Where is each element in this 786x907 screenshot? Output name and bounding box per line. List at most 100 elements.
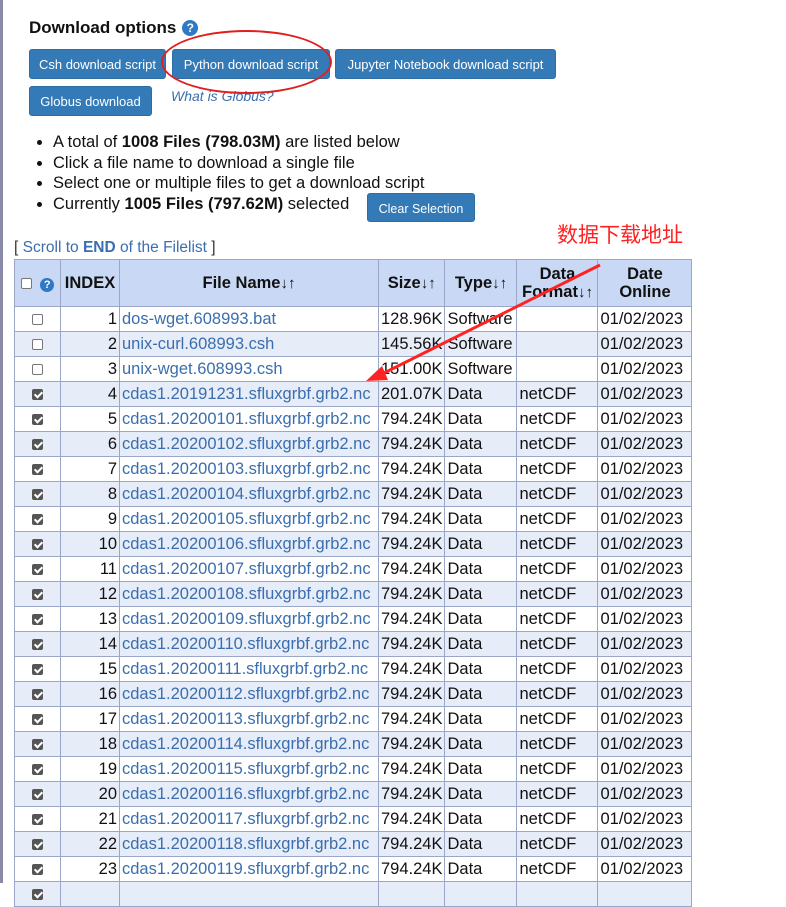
left-border	[0, 0, 3, 883]
csh-download-button[interactable]: Csh download script	[29, 49, 166, 79]
what-is-globus-link[interactable]: What is Globus?	[171, 88, 274, 104]
python-download-button[interactable]: Python download script	[172, 49, 330, 79]
row-checkbox[interactable]	[32, 488, 43, 500]
row-size: 794.24K	[377, 856, 446, 882]
table-row: 20 cdas1.20200116.sfluxgrbf.grb2.nc 794.24…	[14, 781, 693, 807]
row-checkbox[interactable]	[32, 838, 43, 850]
row-type: Software	[444, 306, 518, 332]
file-link[interactable]: cdas1.20200106.sfluxgrbf.grb2.nc	[122, 535, 371, 553]
row-checkbox[interactable]	[32, 313, 43, 325]
file-link[interactable]: cdas1.20200115.sfluxgrbf.grb2.nc	[122, 760, 369, 778]
row-date: 01/02/2023	[597, 431, 693, 457]
row-index: 19	[60, 756, 120, 782]
file-link[interactable]: dos-wget.608993.bat	[122, 310, 276, 328]
file-link[interactable]: cdas1.20200105.sfluxgrbf.grb2.nc	[122, 510, 371, 528]
jupyter-download-button[interactable]: Jupyter Notebook download script	[335, 49, 556, 79]
row-date: 01/02/2023	[597, 606, 693, 632]
row-checkbox-cell	[14, 406, 61, 432]
file-link[interactable]: cdas1.20200112.sfluxgrbf.grb2.nc	[122, 685, 369, 703]
row-checkbox[interactable]	[32, 513, 43, 525]
row-checkbox-cell	[14, 531, 61, 557]
row-checkbox[interactable]	[32, 613, 43, 625]
row-checkbox-cell	[14, 331, 61, 357]
file-link[interactable]: cdas1.20200111.sfluxgrbf.grb2.nc	[122, 660, 368, 678]
file-link[interactable]: unix-curl.608993.csh	[122, 335, 274, 353]
help-icon[interactable]: ?	[40, 278, 55, 292]
row-checkbox[interactable]	[32, 413, 43, 425]
help-icon[interactable]: ?	[182, 20, 199, 36]
row-checkbox[interactable]	[32, 713, 43, 725]
file-link[interactable]: cdas1.20200117.sfluxgrbf.grb2.nc	[122, 810, 369, 828]
file-link[interactable]: cdas1.20200114.sfluxgrbf.grb2.nc	[122, 735, 369, 753]
row-checkbox[interactable]	[32, 563, 43, 575]
row-checkbox-cell	[14, 631, 61, 657]
row-checkbox[interactable]	[32, 663, 43, 675]
sort-icon[interactable]: ↓↑	[421, 275, 436, 292]
row-size: 794.24K	[377, 806, 446, 832]
summary-select-hint: Select one or multiple files to get a do…	[53, 173, 424, 194]
row-checkbox[interactable]	[32, 788, 43, 800]
file-link[interactable]: cdas1.20200101.sfluxgrbf.grb2.nc	[122, 410, 371, 428]
row-format: netCDF	[516, 506, 599, 532]
row-filename: cdas1.20191231.sfluxgrbf.grb2.nc	[119, 381, 379, 407]
file-link[interactable]: cdas1.20200104.sfluxgrbf.grb2.nc	[122, 485, 371, 503]
row-date: 01/02/2023	[597, 406, 693, 432]
file-link[interactable]: cdas1.20200119.sfluxgrbf.grb2.nc	[122, 860, 369, 878]
file-link[interactable]: cdas1.20200107.sfluxgrbf.grb2.nc	[122, 560, 371, 578]
file-link[interactable]: cdas1.20200109.sfluxgrbf.grb2.nc	[122, 610, 371, 628]
scroll-to-end-link[interactable]: Scroll to END of the Filelist	[23, 239, 207, 256]
col-size[interactable]: Size↓↑	[377, 259, 446, 307]
col-format[interactable]: Data Format↓↑	[516, 259, 599, 307]
col-type[interactable]: Type↓↑	[444, 259, 518, 307]
row-checkbox[interactable]	[32, 638, 43, 650]
row-checkbox[interactable]	[32, 338, 43, 350]
row-checkbox[interactable]	[32, 388, 43, 400]
row-date: 01/02/2023	[597, 656, 693, 682]
row-index: 10	[60, 531, 120, 557]
row-checkbox[interactable]	[32, 763, 43, 775]
row-filename: cdas1.20200109.sfluxgrbf.grb2.nc	[119, 606, 379, 632]
row-type: Data	[444, 756, 518, 782]
sort-icon[interactable]: ↓↑	[280, 275, 295, 292]
globus-download-button[interactable]: Globus download	[29, 86, 152, 116]
row-size: 794.24K	[377, 481, 446, 507]
table-row: 3 unix-wget.608993.csh 151.00K Software 01/0…	[14, 356, 693, 382]
row-checkbox[interactable]	[32, 738, 43, 750]
row-checkbox[interactable]	[32, 438, 43, 450]
file-link[interactable]: cdas1.20200108.sfluxgrbf.grb2.nc	[122, 585, 371, 603]
row-checkbox-cell	[14, 781, 61, 807]
row-checkbox-cell	[14, 681, 61, 707]
row-format: netCDF	[516, 406, 599, 432]
select-all-checkbox[interactable]	[20, 278, 32, 290]
row-index	[60, 881, 120, 907]
sort-icon[interactable]: ↓↑	[492, 275, 507, 292]
file-link[interactable]: cdas1.20200116.sfluxgrbf.grb2.nc	[122, 785, 369, 803]
row-checkbox[interactable]	[32, 588, 43, 600]
row-filename: cdas1.20200110.sfluxgrbf.grb2.nc	[119, 631, 379, 657]
sort-icon[interactable]: ↓↑	[578, 284, 593, 301]
file-link[interactable]: cdas1.20191231.sfluxgrbf.grb2.nc	[122, 385, 371, 403]
col-filename[interactable]: File Name↓↑	[119, 259, 379, 307]
clear-selection-button[interactable]: Clear Selection	[367, 193, 475, 222]
row-type: Data	[444, 556, 518, 582]
row-index: 5	[60, 406, 120, 432]
file-link[interactable]: cdas1.20200118.sfluxgrbf.grb2.nc	[122, 835, 369, 853]
row-checkbox[interactable]	[32, 888, 43, 900]
row-checkbox[interactable]	[32, 363, 43, 375]
row-format: netCDF	[516, 706, 599, 732]
row-checkbox[interactable]	[32, 463, 43, 475]
file-link[interactable]: cdas1.20200110.sfluxgrbf.grb2.nc	[122, 635, 369, 653]
row-checkbox[interactable]	[32, 688, 43, 700]
row-type: Data	[444, 631, 518, 657]
file-link[interactable]: cdas1.20200102.sfluxgrbf.grb2.nc	[122, 435, 371, 453]
row-date: 01/02/2023	[597, 706, 693, 732]
table-row: 6 cdas1.20200102.sfluxgrbf.grb2.nc 794.24K…	[14, 431, 693, 457]
row-format: netCDF	[516, 606, 599, 632]
file-link[interactable]: cdas1.20200103.sfluxgrbf.grb2.nc	[122, 460, 371, 478]
row-checkbox-cell	[14, 556, 61, 582]
file-link[interactable]: cdas1.20200113.sfluxgrbf.grb2.nc	[122, 710, 369, 728]
file-link[interactable]: unix-wget.608993.csh	[122, 360, 283, 378]
row-checkbox[interactable]	[32, 538, 43, 550]
row-checkbox[interactable]	[32, 863, 43, 875]
row-checkbox[interactable]	[32, 813, 43, 825]
